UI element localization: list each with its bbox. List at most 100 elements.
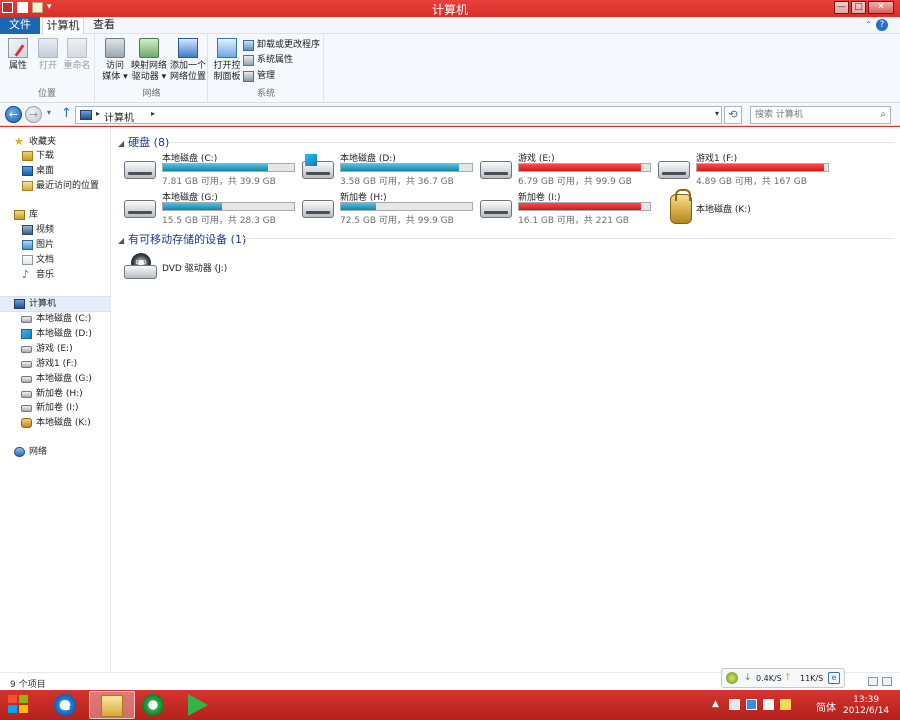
- taskbar-explorer[interactable]: [89, 691, 135, 719]
- computer-icon: [80, 110, 92, 120]
- nav-recent-places[interactable]: 最近访问的位置: [0, 179, 110, 193]
- nav-drive-k[interactable]: 本地磁盘 (K:): [0, 416, 110, 430]
- windows-drive-icon: [21, 329, 32, 339]
- download-arrow-icon: ↓: [744, 673, 752, 683]
- drive-free-space: 16.1 GB 可用，共 221 GB: [518, 216, 629, 226]
- nav-drive-i[interactable]: 新加卷 (I:): [0, 401, 110, 415]
- breadcrumb-separator-icon[interactable]: ▸: [96, 109, 100, 118]
- help-icon[interactable]: ?: [876, 19, 888, 31]
- taskbar-browser[interactable]: [131, 691, 177, 719]
- locked-drive-icon: [658, 189, 692, 224]
- open-control-panel-button[interactable]: 打开控 制面板: [213, 38, 241, 83]
- libraries-icon: [14, 210, 25, 220]
- uninstall-program-button[interactable]: 卸载或更改程序: [243, 39, 320, 51]
- open-button[interactable]: 打开: [36, 38, 60, 72]
- download-speed: 0.4K/S: [756, 674, 782, 683]
- up-button[interactable]: ↑: [61, 107, 72, 121]
- search-icon[interactable]: ⌕: [880, 109, 886, 120]
- breadcrumb-computer[interactable]: 计算机: [104, 109, 134, 124]
- section-hard-disks[interactable]: ◢ 硬盘 (8): [118, 134, 169, 150]
- drive-tile[interactable]: 本地磁盘 (K:): [658, 189, 833, 226]
- nav-downloads[interactable]: 下载: [0, 149, 110, 163]
- drive-icon: [21, 405, 32, 412]
- collapse-ribbon-icon[interactable]: ⌃: [865, 20, 872, 29]
- drive-free-space: 72.5 GB 可用，共 99.9 GB: [340, 216, 454, 226]
- drive-tile[interactable]: 新加卷 (I:) 16.1 GB 可用，共 221 GB: [480, 190, 655, 226]
- flag-icon[interactable]: [729, 699, 740, 710]
- tab-computer[interactable]: 计算机: [42, 17, 84, 35]
- forward-button[interactable]: →: [25, 106, 42, 123]
- dropdown-arrow-icon: ▾: [120, 72, 128, 82]
- network-speed-monitor[interactable]: ↓ 0.4K/S ↑ 11K/S e: [721, 668, 845, 688]
- tab-view[interactable]: 查看: [88, 17, 120, 34]
- nav-videos[interactable]: 视频: [0, 223, 110, 237]
- nav-drive-e[interactable]: 游戏 (E:): [0, 342, 110, 356]
- properties-button[interactable]: 属性: [6, 38, 30, 72]
- tray-app-icon[interactable]: [746, 699, 757, 710]
- nav-network[interactable]: 网络: [0, 445, 110, 459]
- drive-tile[interactable]: 本地磁盘 (C:) 7.81 GB 可用，共 39.9 GB: [124, 151, 299, 187]
- breadcrumb-separator-icon[interactable]: ▸: [151, 109, 155, 118]
- drive-tile[interactable]: 本地磁盘 (D:) 3.58 GB 可用，共 36.7 GB: [302, 151, 477, 187]
- nav-drive-c[interactable]: 本地磁盘 (C:): [0, 312, 110, 326]
- manage-button[interactable]: 管理: [243, 70, 275, 82]
- volume-icon[interactable]: [780, 699, 791, 710]
- dvd-drive-tile[interactable]: DVD DVD 驱动器 (J:): [124, 249, 299, 285]
- nav-drive-f[interactable]: 游戏1 (F:): [0, 357, 110, 371]
- taskbar-ie[interactable]: e: [43, 691, 89, 719]
- nav-drive-h[interactable]: 新加卷 (H:): [0, 387, 110, 401]
- search-input[interactable]: [755, 108, 873, 122]
- drive-icon: [124, 161, 156, 179]
- drive-usage-fill: [519, 203, 641, 210]
- clock[interactable]: 13:39 2012/6/14: [843, 695, 889, 717]
- system-properties-button[interactable]: 系统属性: [243, 54, 293, 66]
- address-bar[interactable]: ▸ 计算机 ▸ ▾: [75, 106, 722, 124]
- nav-drive-d[interactable]: 本地磁盘 (D:): [0, 327, 110, 341]
- details-view-icon[interactable]: [868, 677, 878, 686]
- minimize-button[interactable]: —: [834, 1, 849, 14]
- nav-drive-g[interactable]: 本地磁盘 (G:): [0, 372, 110, 386]
- drive-icon: [21, 316, 32, 323]
- nav-computer[interactable]: 计算机: [0, 296, 110, 312]
- drive-tile[interactable]: 新加卷 (H:) 72.5 GB 可用，共 99.9 GB: [302, 190, 477, 226]
- drive-usage-fill: [163, 203, 222, 210]
- drive-icon: [658, 161, 690, 179]
- taskbar-media-player[interactable]: [173, 691, 219, 719]
- drive-icon: [21, 346, 32, 353]
- ribbon-tabs: 文件 计算机 查看 ⌃ ?: [0, 17, 900, 35]
- section-divider: [169, 142, 894, 143]
- large-icons-view-icon[interactable]: [882, 677, 892, 686]
- item-count: 9 个项目: [10, 680, 46, 690]
- back-button[interactable]: ←: [5, 106, 22, 123]
- drive-tile[interactable]: 游戏 (E:) 6.79 GB 可用，共 99.9 GB: [480, 151, 655, 187]
- drive-tile[interactable]: 游戏1 (F:) 4.89 GB 可用，共 167 GB: [658, 151, 833, 187]
- recent-locations-dropdown-icon[interactable]: ▾: [47, 108, 51, 117]
- monitor-settings-icon[interactable]: e: [828, 672, 840, 684]
- desktop-icon: [22, 166, 33, 176]
- input-method-indicator[interactable]: 简体: [816, 699, 836, 714]
- show-hidden-icons-icon[interactable]: ▲: [712, 699, 723, 710]
- drive-usage-fill: [697, 164, 825, 171]
- add-network-location-button[interactable]: 添加一个 网络位置: [169, 38, 207, 83]
- close-button[interactable]: ✕: [868, 1, 894, 14]
- nav-music[interactable]: ♪ 音乐: [0, 268, 110, 282]
- map-network-drive-button[interactable]: 映射网络 驱动器 ▾: [130, 38, 168, 83]
- nav-libraries[interactable]: 库: [0, 208, 110, 222]
- refresh-button[interactable]: ⟲: [724, 106, 742, 124]
- add-network-icon: [178, 38, 198, 58]
- search-box[interactable]: ⌕: [750, 106, 891, 124]
- nav-documents[interactable]: 文档: [0, 253, 110, 267]
- nav-favorites[interactable]: ★ 收藏夹: [0, 135, 110, 149]
- address-history-dropdown-icon[interactable]: ▾: [715, 109, 719, 118]
- nav-desktop[interactable]: 桌面: [0, 164, 110, 178]
- maximize-button[interactable]: □: [851, 1, 866, 14]
- nav-pictures[interactable]: 图片: [0, 238, 110, 252]
- drive-tile[interactable]: 本地磁盘 (G:) 15.5 GB 可用，共 28.3 GB: [124, 190, 299, 226]
- section-removable-storage[interactable]: ◢ 有可移动存储的设备 (1): [118, 231, 246, 247]
- rename-button[interactable]: 重命名: [62, 38, 92, 72]
- access-media-button[interactable]: 访问 媒体 ▾: [102, 38, 128, 83]
- network-tray-icon[interactable]: [763, 699, 774, 710]
- start-button[interactable]: [8, 695, 30, 715]
- tab-file[interactable]: 文件: [0, 17, 40, 34]
- recent-places-icon: [22, 181, 33, 191]
